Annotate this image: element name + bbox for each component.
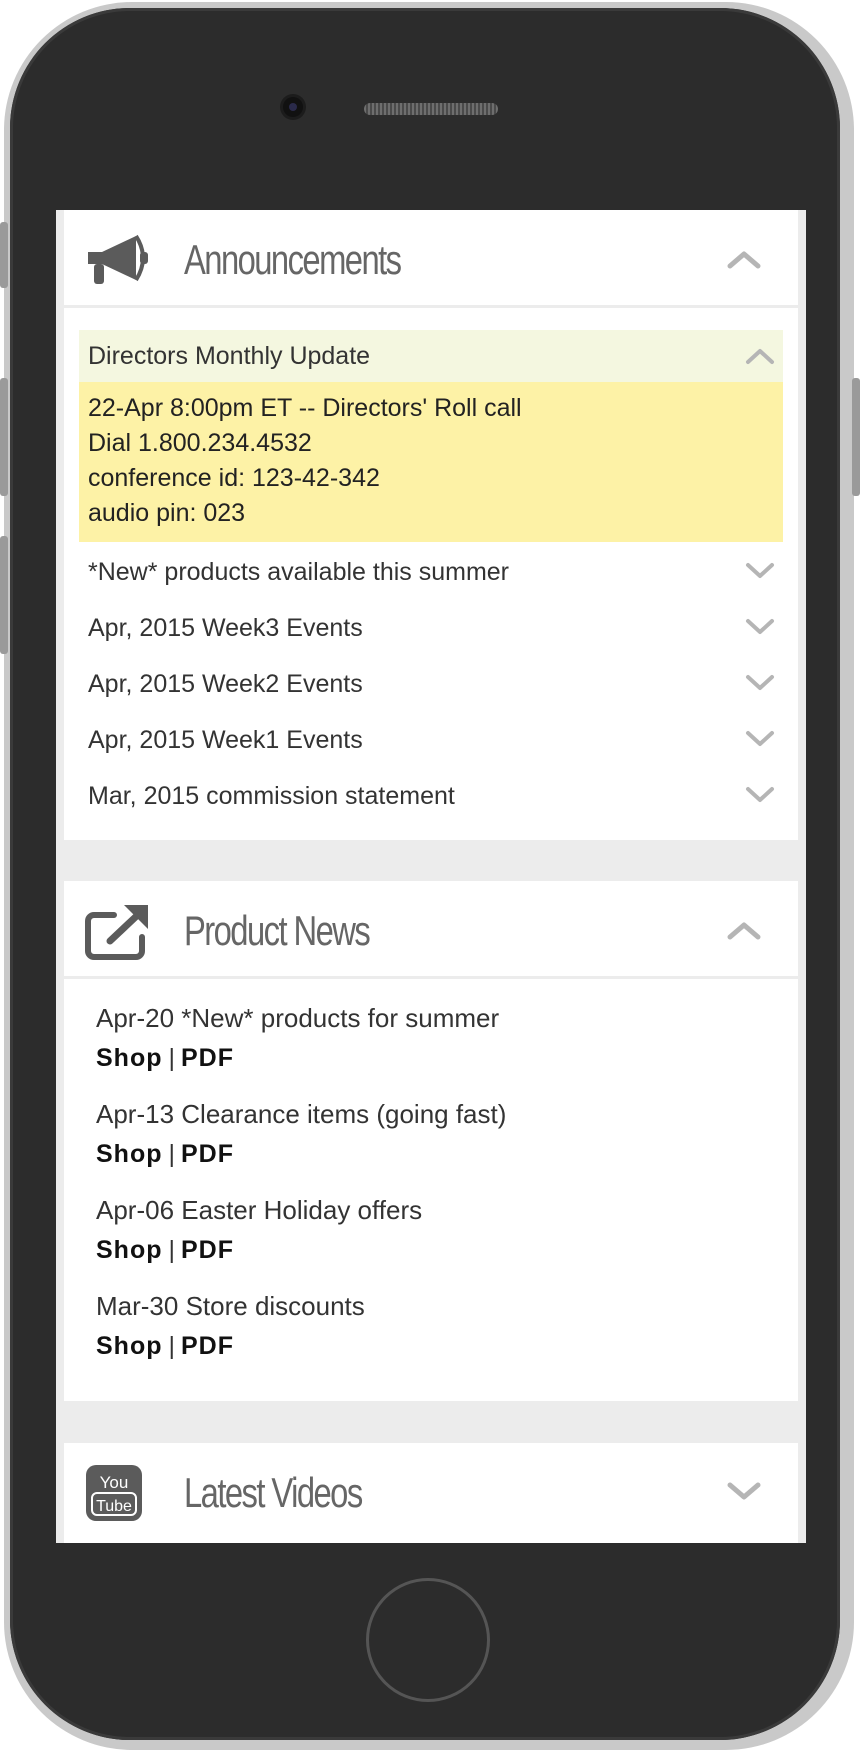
chevron-up-icon bbox=[744, 344, 776, 366]
announcement-item-title: Apr, 2015 Week3 Events bbox=[88, 614, 363, 642]
shop-link[interactable]: Shop bbox=[96, 1236, 163, 1264]
link-separator: | bbox=[168, 1044, 176, 1072]
announcement-item[interactable]: Apr, 2015 Week1 Events bbox=[79, 714, 783, 766]
pdf-link[interactable]: PDF bbox=[181, 1140, 234, 1168]
announcements-header[interactable]: Announcements bbox=[64, 210, 798, 308]
product-news-panel: Product News Apr-20 *New* products for s… bbox=[64, 881, 798, 1401]
shop-link[interactable]: Shop bbox=[96, 1044, 163, 1072]
svg-text:Tube: Tube bbox=[96, 1498, 132, 1515]
announcement-item[interactable]: Mar, 2015 commission statement bbox=[79, 770, 783, 822]
shop-link[interactable]: Shop bbox=[96, 1140, 163, 1168]
news-links: Shop | PDF bbox=[96, 1139, 766, 1169]
shop-link[interactable]: Shop bbox=[96, 1332, 163, 1360]
chevron-down-icon bbox=[744, 672, 776, 694]
news-links: Shop | PDF bbox=[96, 1235, 766, 1265]
announcement-item-title: *New* products available this summer bbox=[88, 558, 510, 586]
link-separator: | bbox=[168, 1140, 176, 1168]
chevron-down-icon bbox=[744, 616, 776, 638]
home-button[interactable] bbox=[366, 1578, 490, 1702]
front-camera bbox=[283, 97, 303, 117]
news-links: Shop | PDF bbox=[96, 1331, 766, 1361]
panel-title: Latest Videos bbox=[184, 1469, 363, 1516]
pdf-link[interactable]: PDF bbox=[181, 1332, 234, 1360]
announcement-item-open[interactable]: Directors Monthly Update bbox=[79, 330, 783, 382]
screen: Announcements Directors Monthly Update 2… bbox=[56, 210, 806, 1543]
news-item: Apr-20 *New* products for summer Shop | PD… bbox=[96, 1003, 766, 1073]
volume-down-button bbox=[0, 536, 8, 654]
news-title: Apr-20 *New* products for summer bbox=[96, 1003, 500, 1033]
news-links: Shop | PDF bbox=[96, 1043, 766, 1073]
chevron-down-icon bbox=[744, 728, 776, 750]
chevron-up-icon[interactable] bbox=[724, 917, 764, 941]
external-link-icon bbox=[84, 901, 154, 963]
announcement-item[interactable]: Apr, 2015 Week3 Events bbox=[79, 602, 783, 654]
announcement-line: 22-Apr 8:00pm ET -- Directors' Roll call bbox=[88, 394, 522, 422]
announcement-item-title: Apr, 2015 Week1 Events bbox=[88, 726, 363, 754]
link-separator: | bbox=[168, 1236, 176, 1264]
megaphone-icon bbox=[84, 230, 154, 292]
latest-videos-header[interactable]: You Tube Latest Videos bbox=[64, 1443, 798, 1541]
news-title: Apr-06 Easter Holiday offers bbox=[96, 1195, 423, 1225]
pdf-link[interactable]: PDF bbox=[181, 1044, 234, 1072]
news-item: Mar-30 Store discounts Shop | PDF bbox=[96, 1291, 766, 1361]
news-title: Mar-30 Store discounts bbox=[96, 1291, 365, 1321]
announcement-item[interactable]: *New* products available this summer bbox=[79, 546, 783, 598]
pdf-link[interactable]: PDF bbox=[181, 1236, 234, 1264]
announcement-line: audio pin: 023 bbox=[88, 499, 246, 527]
news-title: Apr-13 Clearance items (going fast) bbox=[96, 1099, 507, 1129]
announcement-item-body: 22-Apr 8:00pm ET -- Directors' Roll call… bbox=[79, 382, 783, 542]
speaker-grille bbox=[364, 103, 498, 115]
chevron-down-icon[interactable] bbox=[724, 1479, 764, 1503]
announcement-item-title: Mar, 2015 commission statement bbox=[88, 782, 455, 810]
product-news-header[interactable]: Product News bbox=[64, 881, 798, 979]
chevron-down-icon bbox=[744, 560, 776, 582]
news-item: Apr-13 Clearance items (going fast) Shop… bbox=[96, 1099, 766, 1169]
panel-title: Announcements bbox=[184, 236, 402, 283]
announcement-item[interactable]: Apr, 2015 Week2 Events bbox=[79, 658, 783, 710]
link-separator: | bbox=[168, 1332, 176, 1360]
announcement-item-title: Directors Monthly Update bbox=[88, 342, 371, 370]
youtube-icon: You Tube bbox=[84, 1463, 154, 1525]
latest-videos-panel: You Tube Latest Videos bbox=[64, 1443, 798, 1543]
announcement-item-title: Apr, 2015 Week2 Events bbox=[88, 670, 363, 698]
news-item: Apr-06 Easter Holiday offers Shop | PDF bbox=[96, 1195, 766, 1265]
panel-title: Product News bbox=[184, 907, 371, 954]
chevron-down-icon bbox=[744, 784, 776, 806]
announcement-line: Dial 1.800.234.4532 bbox=[88, 429, 312, 457]
svg-text:You: You bbox=[100, 1473, 129, 1492]
volume-up-button bbox=[0, 378, 8, 496]
announcements-panel: Announcements Directors Monthly Update 2… bbox=[64, 210, 798, 840]
announcement-line: conference id: 123-42-342 bbox=[88, 464, 380, 492]
power-button bbox=[852, 378, 860, 496]
mute-switch bbox=[0, 222, 8, 288]
chevron-up-icon[interactable] bbox=[724, 246, 764, 270]
